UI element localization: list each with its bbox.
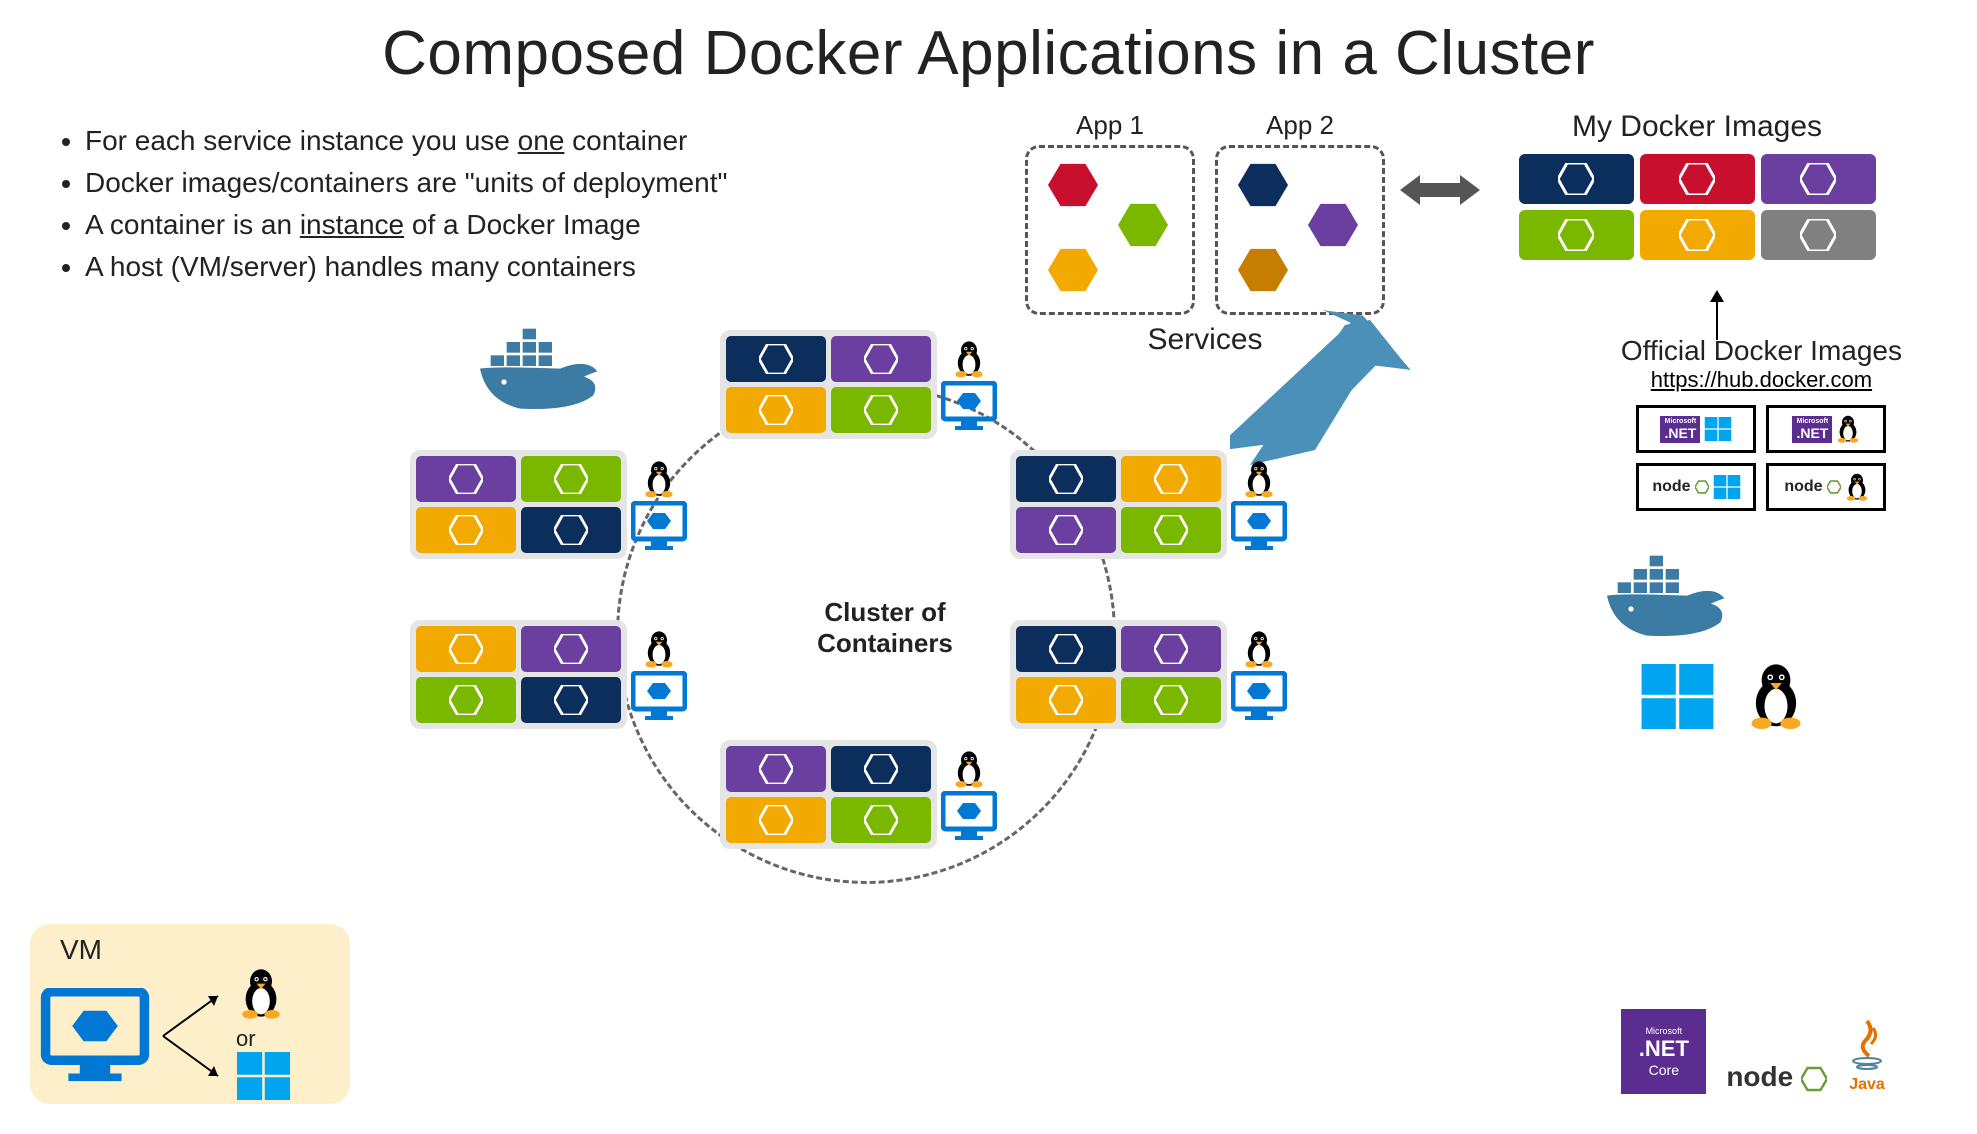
hexagon-icon	[1048, 164, 1098, 206]
vm-legend-box: VM or	[30, 924, 350, 1104]
hexagon-icon	[1048, 249, 1098, 291]
container-cell	[416, 626, 516, 672]
nodejs-logo: node	[1726, 1061, 1827, 1094]
docker-image-cell	[1519, 154, 1634, 204]
vm-label: VM	[60, 934, 340, 966]
container-cell	[1121, 626, 1221, 672]
container-cell	[831, 746, 931, 792]
monitor-icon	[40, 988, 150, 1083]
official-image-cell: node	[1636, 463, 1756, 511]
node-container-grid	[410, 620, 627, 729]
slide-title: Composed Docker Applications in a Cluste…	[0, 0, 1977, 89]
container-cell	[1016, 507, 1116, 553]
hexagon-icon	[1238, 249, 1288, 291]
cluster-node	[720, 740, 997, 849]
app1-label: App 1	[1025, 110, 1195, 141]
app2-box	[1215, 145, 1385, 315]
monitor-icon	[1231, 671, 1287, 721]
container-cell	[521, 677, 621, 723]
windows-icon	[236, 1052, 291, 1100]
app1-group: App 1	[1025, 110, 1195, 315]
container-cell	[831, 797, 931, 843]
container-cell	[1121, 677, 1221, 723]
bullet-item: A container is an instance of a Docker I…	[85, 204, 727, 246]
node-container-grid	[720, 330, 937, 439]
app2-group: App 2	[1215, 110, 1385, 315]
container-cell	[726, 336, 826, 382]
cluster-node	[410, 450, 687, 559]
docker-whale-icon	[1597, 545, 1737, 650]
docker-image-cell	[1640, 154, 1755, 204]
container-cell	[1121, 456, 1221, 502]
container-cell	[416, 456, 516, 502]
linux-icon	[953, 749, 985, 789]
bi-arrow-icon	[1400, 175, 1480, 210]
container-cell	[521, 456, 621, 502]
hexagon-icon	[1308, 204, 1358, 246]
docker-image-cell	[1761, 154, 1876, 204]
cluster-diagram: Cluster of Containers	[410, 330, 1360, 950]
hexagon-icon	[1118, 204, 1168, 246]
monitor-icon	[941, 791, 997, 841]
app2-label: App 2	[1215, 110, 1385, 141]
container-cell	[831, 387, 931, 433]
docker-image-cell	[1519, 210, 1634, 260]
docker-image-cell	[1640, 210, 1755, 260]
container-cell	[726, 387, 826, 433]
cluster-node	[720, 330, 997, 439]
docker-image-cell	[1761, 210, 1876, 260]
container-cell	[1121, 507, 1221, 553]
tech-logos-row: Microsoft .NET Core node Java	[1621, 1009, 1887, 1094]
linux-icon	[643, 629, 675, 669]
my-docker-images-panel: My Docker Images	[1472, 110, 1922, 260]
node-container-grid	[720, 740, 937, 849]
monitor-icon	[631, 501, 687, 551]
container-cell	[1016, 677, 1116, 723]
cluster-node	[1010, 450, 1287, 559]
hexagon-icon	[1238, 164, 1288, 206]
official-image-cell: Microsoft.NET	[1636, 405, 1756, 453]
cluster-node	[1010, 620, 1287, 729]
os-icons-row	[1640, 660, 1807, 732]
linux-icon	[1243, 629, 1275, 669]
linux-icon	[953, 339, 985, 379]
container-cell	[416, 507, 516, 553]
docker-hub-link[interactable]: https://hub.docker.com	[1651, 367, 1872, 392]
official-image-cell: node	[1766, 463, 1886, 511]
my-images-title: My Docker Images	[1472, 110, 1922, 144]
container-cell	[726, 797, 826, 843]
java-logo: Java	[1847, 1016, 1887, 1094]
linux-icon	[1243, 459, 1275, 499]
cluster-node	[410, 620, 687, 729]
app1-box	[1025, 145, 1195, 315]
official-image-cell: Microsoft.NET	[1766, 405, 1886, 453]
dotnet-core-logo: Microsoft .NET Core	[1621, 1009, 1706, 1094]
windows-icon	[1640, 664, 1715, 729]
cluster-center-label: Cluster of Containers	[817, 597, 953, 659]
official-images-panel: Official Docker Images https://hub.docke…	[1621, 335, 1902, 511]
bullet-item: A host (VM/server) handles many containe…	[85, 246, 727, 288]
official-title: Official Docker Images	[1621, 335, 1902, 367]
node-container-grid	[410, 450, 627, 559]
node-container-grid	[1010, 620, 1227, 729]
monitor-icon	[941, 381, 997, 431]
container-cell	[521, 507, 621, 553]
split-arrow-icon	[158, 976, 228, 1096]
linux-icon	[236, 966, 286, 1021]
container-cell	[831, 336, 931, 382]
container-cell	[416, 677, 516, 723]
bullet-item: For each service instance you use one co…	[85, 120, 727, 162]
monitor-icon	[1231, 501, 1287, 551]
container-cell	[726, 746, 826, 792]
node-container-grid	[1010, 450, 1227, 559]
bullet-list: For each service instance you use one co…	[55, 120, 727, 288]
bullet-item: Docker images/containers are "units of d…	[85, 162, 727, 204]
linux-icon	[1745, 660, 1807, 732]
container-cell	[1016, 626, 1116, 672]
container-cell	[1016, 456, 1116, 502]
vm-or-label: or	[236, 1026, 291, 1052]
monitor-icon	[631, 671, 687, 721]
linux-icon	[643, 459, 675, 499]
container-cell	[521, 626, 621, 672]
